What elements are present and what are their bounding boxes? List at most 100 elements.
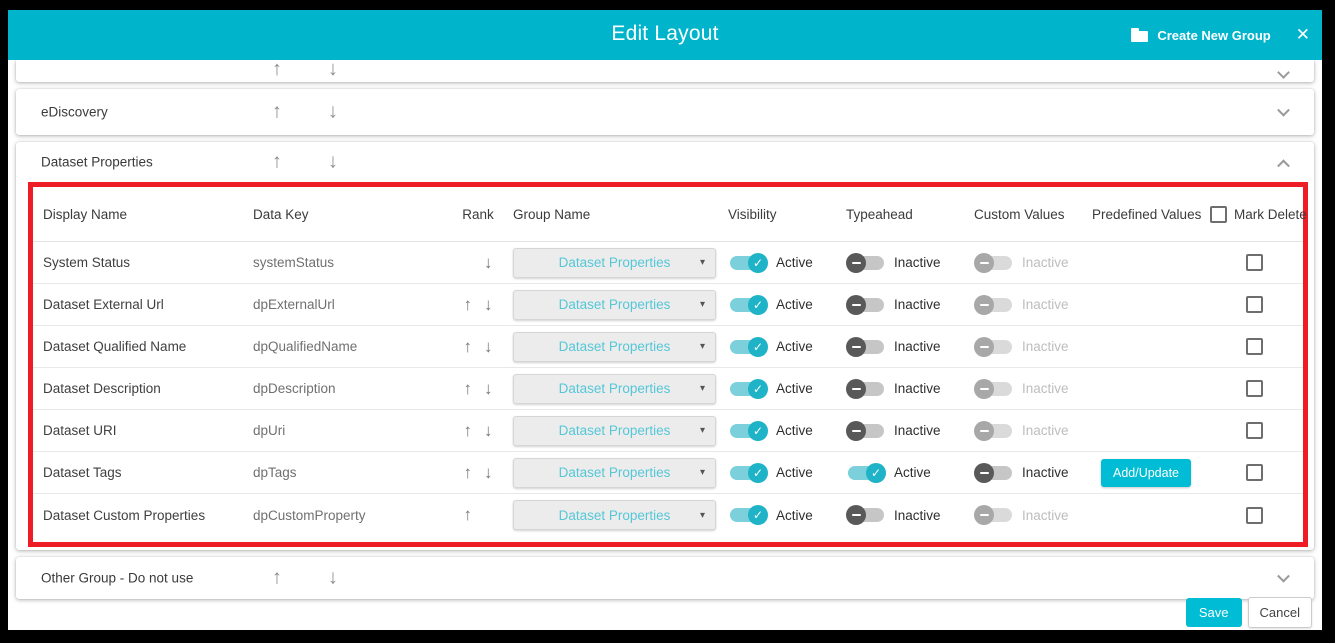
group-name-dropdown[interactable]: Dataset Properties▾ — [513, 248, 716, 278]
display-name: Dataset Qualified Name — [43, 339, 186, 354]
rank-down-arrow[interactable]: ↓ — [484, 421, 493, 441]
save-button[interactable]: Save — [1186, 598, 1242, 627]
rank-up-arrow[interactable]: ↑ — [464, 505, 473, 525]
chevron-down-icon[interactable] — [1277, 66, 1290, 79]
custom-values-cell: Inactive — [969, 410, 1087, 451]
mark-delete-checkbox[interactable] — [1246, 422, 1263, 439]
rank-up-arrow[interactable]: ↑ — [464, 337, 473, 357]
column-header-label: Visibility — [728, 207, 777, 222]
group-name-dropdown[interactable]: Dataset Properties▾ — [513, 416, 716, 446]
data-key-cell: dpUri — [248, 410, 448, 451]
rank-down-arrow[interactable]: ↓ — [484, 295, 493, 315]
visibility-toggle[interactable] — [728, 337, 768, 357]
custom-values-state-label: Inactive — [1022, 381, 1069, 396]
rank-down-arrow[interactable]: ↓ — [484, 463, 493, 483]
typeahead-toggle[interactable] — [846, 379, 886, 399]
mark-delete-checkbox[interactable] — [1246, 380, 1263, 397]
mark-delete-checkbox[interactable] — [1246, 507, 1263, 524]
group-name-dropdown[interactable]: Dataset Properties▾ — [513, 290, 716, 320]
custom-values-state-label: Inactive — [1022, 297, 1069, 312]
typeahead-cell: Inactive — [841, 368, 969, 409]
typeahead-cell: Inactive — [841, 326, 969, 367]
display-name: Dataset Tags — [43, 465, 122, 480]
create-new-group-button[interactable]: Create New Group — [1131, 28, 1270, 43]
predefined-values-cell — [1087, 326, 1205, 367]
typeahead-cell: Inactive — [841, 284, 969, 325]
visibility-toggle[interactable] — [728, 505, 768, 525]
rank-up-arrow[interactable]: ↑ — [464, 379, 473, 399]
caret-down-icon: ▾ — [700, 425, 705, 436]
group-name-dropdown[interactable]: Dataset Properties▾ — [513, 500, 716, 530]
cancel-button[interactable]: Cancel — [1248, 597, 1312, 628]
column-header-label: Rank — [462, 207, 494, 222]
predefined-values-cell: Add/Update — [1087, 452, 1205, 493]
table-row: Dataset External UrldpExternalUrl↑↓Datas… — [33, 284, 1303, 326]
chevron-down-icon[interactable] — [1277, 570, 1290, 583]
typeahead-cell: Active — [841, 452, 969, 493]
group-name-dropdown[interactable]: Dataset Properties▾ — [513, 458, 716, 488]
visibility-cell: Active — [723, 242, 841, 283]
mark-delete-checkbox[interactable] — [1246, 254, 1263, 271]
dialog-title-bar: Edit Layout Create New Group ✕ — [8, 10, 1322, 60]
data-key-cell: dpCustomProperty — [248, 494, 448, 536]
add-update-button[interactable]: Add/Update — [1101, 459, 1191, 487]
table-row: Dataset Qualified NamedpQualifiedName↑↓D… — [33, 326, 1303, 368]
rank-cell: ↑↓ — [448, 326, 508, 367]
move-section-up-arrow[interactable]: ↑ — [272, 60, 282, 81]
group-name-value: Dataset Properties — [559, 381, 671, 396]
move-section-down-arrow[interactable]: ↓ — [328, 101, 338, 124]
group-name-cell: Dataset Properties▾ — [508, 242, 723, 283]
column-header-predefined-values: Predefined Values — [1087, 187, 1205, 241]
visibility-cell: Active — [723, 368, 841, 409]
move-section-down-arrow[interactable]: ↓ — [328, 567, 338, 590]
visibility-toggle[interactable] — [728, 421, 768, 441]
visibility-toggle[interactable] — [728, 463, 768, 483]
data-key-cell: systemStatus — [248, 242, 448, 283]
visibility-toggle[interactable] — [728, 379, 768, 399]
predefined-values-cell — [1087, 242, 1205, 283]
column-header-typeahead: Typeahead — [841, 187, 969, 241]
move-section-up-arrow[interactable]: ↑ — [272, 567, 282, 590]
chevron-down-icon[interactable] — [1277, 104, 1290, 117]
rank-down-arrow[interactable]: ↓ — [484, 253, 493, 273]
typeahead-toggle[interactable] — [846, 337, 886, 357]
caret-down-icon: ▾ — [700, 341, 705, 352]
mark-delete-checkbox[interactable] — [1246, 464, 1263, 481]
rank-down-arrow[interactable]: ↓ — [484, 379, 493, 399]
custom-values-toggle[interactable] — [974, 463, 1014, 483]
predefined-values-cell — [1087, 368, 1205, 409]
group-name-dropdown[interactable]: Dataset Properties▾ — [513, 332, 716, 362]
mark-delete-all-checkbox[interactable] — [1210, 206, 1227, 223]
typeahead-toggle[interactable] — [846, 421, 886, 441]
display-name: Dataset Custom Properties — [43, 508, 205, 523]
mark-delete-checkbox[interactable] — [1246, 296, 1263, 313]
column-header-custom-values: Custom Values — [969, 187, 1087, 241]
visibility-state-label: Active — [776, 465, 813, 480]
typeahead-toggle[interactable] — [846, 295, 886, 315]
move-section-up-arrow[interactable]: ↑ — [272, 101, 282, 124]
typeahead-toggle[interactable] — [846, 463, 886, 483]
chevron-up-icon[interactable] — [1277, 159, 1290, 172]
move-section-down-arrow[interactable]: ↓ — [328, 60, 338, 81]
rank-up-arrow[interactable]: ↑ — [464, 295, 473, 315]
display-name-cell: Dataset External Url — [33, 284, 248, 325]
data-key: dpTags — [253, 465, 297, 480]
close-icon[interactable]: ✕ — [1296, 25, 1310, 45]
visibility-toggle[interactable] — [728, 295, 768, 315]
typeahead-toggle[interactable] — [846, 253, 886, 273]
move-section-up-arrow[interactable]: ↑ — [272, 151, 282, 174]
custom-values-toggle — [974, 379, 1014, 399]
move-section-down-arrow[interactable]: ↓ — [328, 151, 338, 174]
typeahead-toggle[interactable] — [846, 505, 886, 525]
rank-up-arrow[interactable]: ↑ — [464, 463, 473, 483]
data-key: dpDescription — [253, 381, 336, 396]
group-name-dropdown[interactable]: Dataset Properties▾ — [513, 374, 716, 404]
visibility-toggle[interactable] — [728, 253, 768, 273]
rank-down-arrow[interactable]: ↓ — [484, 337, 493, 357]
group-name-value: Dataset Properties — [559, 297, 671, 312]
mark-delete-checkbox[interactable] — [1246, 338, 1263, 355]
rank-up-arrow[interactable]: ↑ — [464, 421, 473, 441]
caret-down-icon: ▾ — [700, 257, 705, 268]
column-header-group-name: Group Name — [508, 187, 723, 241]
table-row: Dataset URIdpUri↑↓Dataset Properties▾Act… — [33, 410, 1303, 452]
